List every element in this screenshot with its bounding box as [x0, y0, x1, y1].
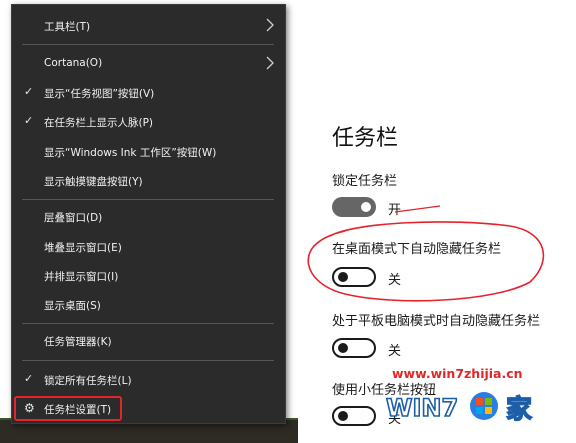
watermark-logo: WIN7 家	[385, 392, 533, 426]
watermark-logo-right: 家	[506, 394, 532, 425]
watermark-url: www.win7zhijia.cn	[392, 366, 523, 381]
watermark-logo-left: WIN7	[386, 394, 458, 422]
